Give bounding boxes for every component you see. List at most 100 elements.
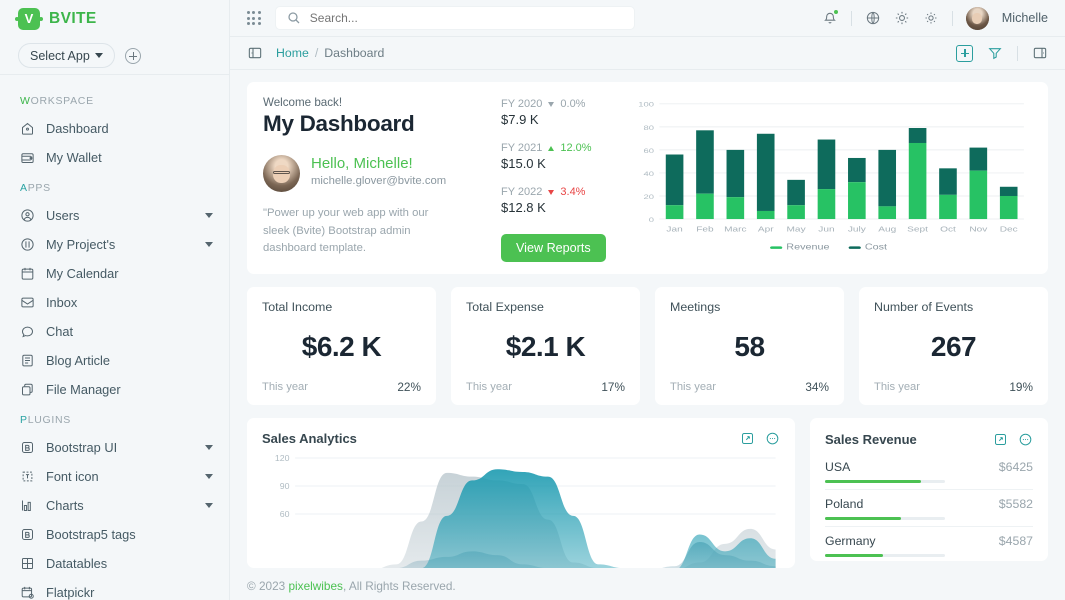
trend-flat-icon xyxy=(548,101,555,107)
kpi-card-total-expense: Total Expense $2.1 K This year 17% xyxy=(451,287,640,405)
chevron-down-icon[interactable] xyxy=(205,213,213,218)
sidebar-toggle-icon[interactable] xyxy=(247,45,263,61)
app-selector-row: Select App xyxy=(0,37,229,75)
divider xyxy=(850,10,852,26)
sidebar-item-my-wallet[interactable]: My Wallet xyxy=(0,143,229,172)
sidebar-item-dashboard[interactable]: Dashboard xyxy=(0,114,229,143)
page-content: Welcome back! My Dashboard Hello, Michel… xyxy=(230,70,1065,572)
welcome-eyebrow: Welcome back! xyxy=(263,96,343,109)
sidebar-item-my-projects[interactable]: My Project's xyxy=(0,230,229,259)
chevron-down-icon xyxy=(94,53,103,58)
country-name: USA xyxy=(825,460,851,474)
sidebar-item-label: My Wallet xyxy=(46,150,102,165)
sidebar-item-label: File Manager xyxy=(46,382,121,397)
footer-brand-link[interactable]: pixelwibes xyxy=(289,579,343,593)
sidebar-item-label: Blog Article xyxy=(46,353,111,368)
globe-icon[interactable] xyxy=(865,10,881,26)
country-name: Germany xyxy=(825,534,876,548)
kpi-value: 58 xyxy=(734,331,765,362)
svg-text:Jan: Jan xyxy=(666,225,682,233)
bootstrap-icon xyxy=(20,440,35,455)
kpi-card-meetings: Meetings 58 This year 34% xyxy=(655,287,844,405)
username-label: Michelle xyxy=(1001,11,1048,25)
right-panel-toggle-icon[interactable] xyxy=(1032,45,1048,61)
expand-icon[interactable] xyxy=(993,432,1008,447)
sidebar-item-label: Users xyxy=(46,208,80,223)
kpi-period: This year xyxy=(466,381,513,393)
inbox-icon xyxy=(20,295,35,310)
progress-fill xyxy=(825,554,883,557)
view-reports-button[interactable]: View Reports xyxy=(501,234,606,262)
svg-text:Nov: Nov xyxy=(969,225,988,233)
kpi-title: Total Expense xyxy=(466,300,544,314)
divider xyxy=(1017,45,1018,61)
kpi-percent: 34% xyxy=(805,380,829,394)
user-circle-icon xyxy=(20,208,35,223)
notification-dot xyxy=(832,9,839,15)
footer-rest: , All Rights Reserved. xyxy=(342,579,456,593)
svg-text:90: 90 xyxy=(280,481,290,491)
select-app-dropdown[interactable]: Select App xyxy=(18,43,115,68)
sidebar-item-users[interactable]: Users xyxy=(0,201,229,230)
home-icon xyxy=(20,121,35,136)
sidebar-item-bootstrap5-tags[interactable]: Bootstrap5 tags xyxy=(0,520,229,549)
filter-icon[interactable] xyxy=(987,45,1003,61)
sidebar-item-file-manager[interactable]: File Manager xyxy=(0,375,229,404)
sidebar-item-chat[interactable]: Chat xyxy=(0,317,229,346)
list-item[interactable]: Poland $5582 xyxy=(825,490,1033,527)
fy-value: $12.8 K xyxy=(501,200,546,215)
brand-name: BVITE xyxy=(49,9,97,27)
expand-icon[interactable] xyxy=(740,431,755,446)
sidebar-item-blog-article[interactable]: Blog Article xyxy=(0,346,229,375)
bell-icon[interactable] xyxy=(822,9,839,26)
search-box[interactable] xyxy=(274,6,635,30)
sidebar: V BVITE Select App WORKSPACE Dashboard M… xyxy=(0,0,230,600)
grid-dots-icon[interactable] xyxy=(247,11,261,25)
kpi-value: $6.2 K xyxy=(301,331,382,362)
list-item[interactable]: USA $6425 xyxy=(825,453,1033,490)
gear-icon[interactable] xyxy=(923,10,939,26)
svg-text:40: 40 xyxy=(643,170,654,177)
sales-revenue-panel: Sales Revenue USA $6425 Poland $5582 Ger… xyxy=(810,418,1048,561)
breadcrumb: Home / Dashboard xyxy=(276,46,384,60)
fy-change: 0.0% xyxy=(560,98,586,110)
sidebar-item-label: Inbox xyxy=(46,295,78,310)
chevron-down-icon[interactable] xyxy=(205,503,213,508)
sidebar-item-bootstrap-ui[interactable]: Bootstrap UI xyxy=(0,433,229,462)
kpi-title: Total Income xyxy=(262,300,333,314)
chevron-down-icon[interactable] xyxy=(205,242,213,247)
add-square-icon[interactable] xyxy=(956,44,973,62)
more-options-icon[interactable] xyxy=(1018,432,1033,447)
welcome-blurb: "Power up your web app with our sleek (B… xyxy=(263,207,429,254)
add-app-icon[interactable] xyxy=(124,47,141,64)
chevron-down-icon[interactable] xyxy=(205,445,213,450)
kpi-card-number-of-events: Number of Events 267 This year 19% xyxy=(859,287,1048,405)
svg-text:100: 100 xyxy=(638,101,654,108)
sidebar-item-my-calendar[interactable]: My Calendar xyxy=(0,259,229,288)
sun-icon[interactable] xyxy=(894,10,910,26)
fy-value: $7.9 K xyxy=(501,112,539,127)
sidebar-item-charts[interactable]: Charts xyxy=(0,491,229,520)
fy-stat: FY 2021 12.0% $15.0 K xyxy=(501,142,621,171)
sidebar-item-label: Bootstrap UI xyxy=(46,440,118,455)
sidebar-item-label: Datatables xyxy=(46,556,108,571)
svg-text:60: 60 xyxy=(643,147,654,154)
sidebar-nav: WORKSPACE Dashboard My Wallet APPS Users… xyxy=(0,75,229,600)
sidebar-item-inbox[interactable]: Inbox xyxy=(0,288,229,317)
sidebar-item-datatables[interactable]: Datatables xyxy=(0,549,229,578)
brand-logo[interactable]: V BVITE xyxy=(0,0,229,37)
svg-text:Revenue: Revenue xyxy=(786,242,829,251)
sidebar-item-flatpickr[interactable]: Flatpickr xyxy=(0,578,229,600)
avatar[interactable] xyxy=(965,6,989,30)
nav-section-workspace: WORKSPACE xyxy=(20,95,94,107)
progress-track xyxy=(825,517,945,520)
revenue-cost-bar-chart: 0 20 40 60 80 100 Jan Feb Marc Apr May Jun July Aug Se… xyxy=(621,96,1032,262)
sidebar-item-font-icon[interactable]: Font icon xyxy=(0,462,229,491)
list-item[interactable]: Germany $4587 xyxy=(825,527,1033,561)
breadcrumb-home[interactable]: Home xyxy=(276,46,309,60)
search-input[interactable] xyxy=(309,11,624,25)
chevron-down-icon[interactable] xyxy=(205,474,213,479)
more-options-icon[interactable] xyxy=(765,431,780,446)
trend-down-icon xyxy=(548,189,555,195)
footer-copyright: © 2023 xyxy=(247,579,286,593)
